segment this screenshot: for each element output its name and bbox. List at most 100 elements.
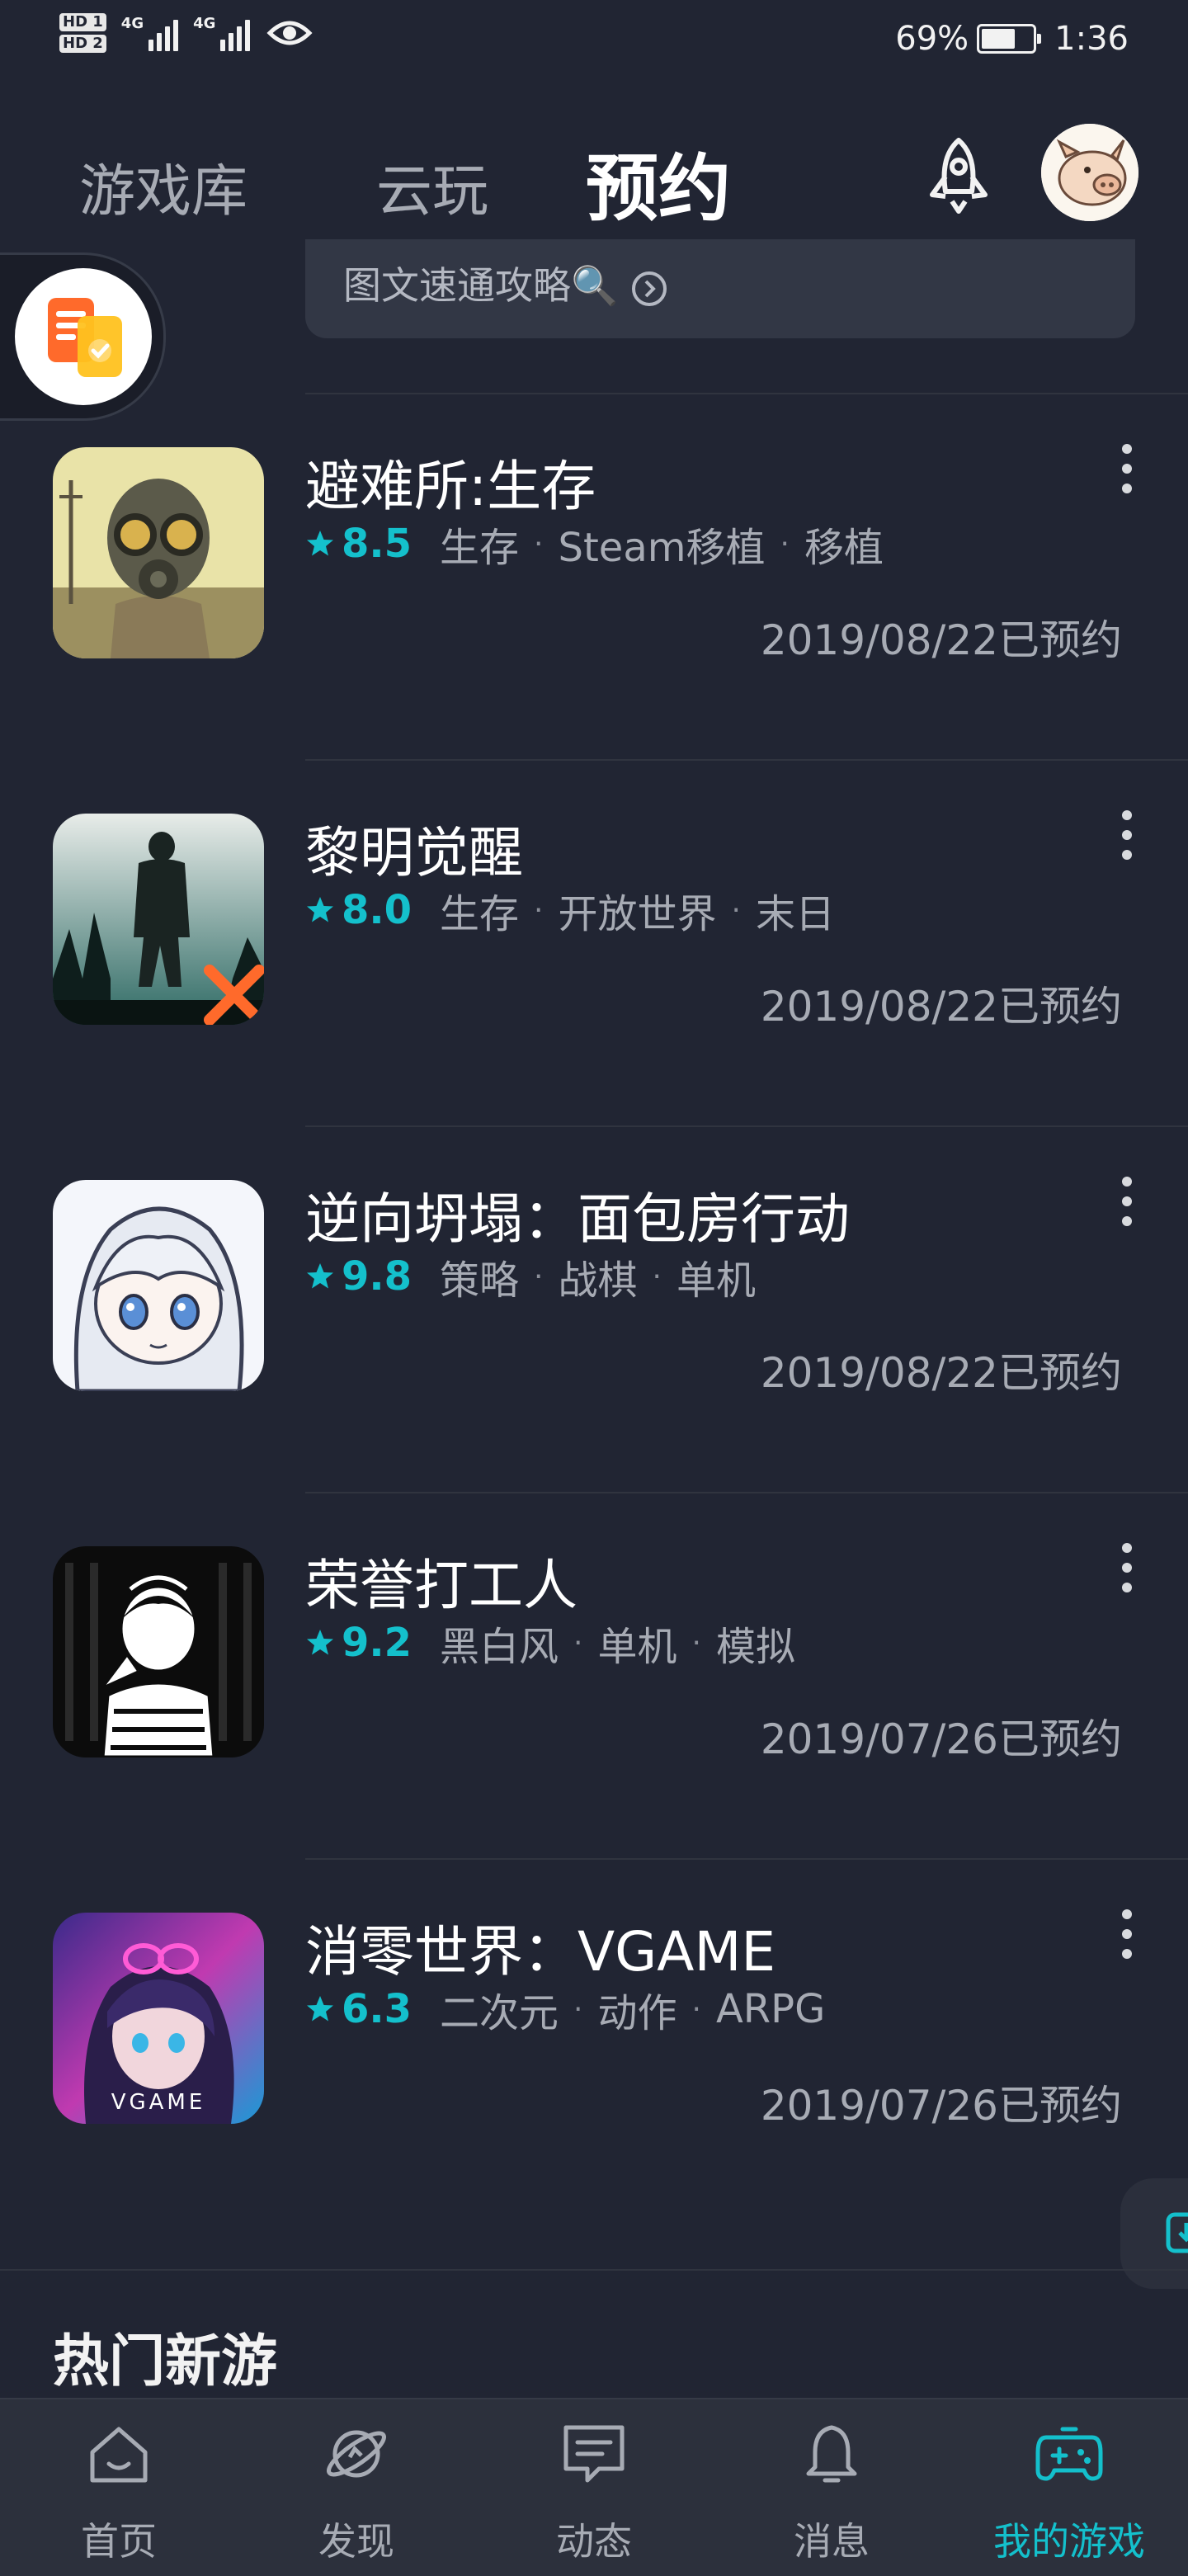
reserve-date: 2019/08/22已预约 — [760, 616, 1122, 664]
signal-icon: 4G — [120, 15, 179, 51]
nav-item-feed[interactable]: 动态 — [475, 2399, 713, 2576]
tag[interactable]: 战棋 — [559, 1248, 638, 1305]
game-list-item[interactable]: 黎明觉醒 8.0 生存 · 开放世界 · 末日 2019/08/22已预约 — [0, 761, 1188, 1125]
status-bar: HD 1 HD 2 4G 4G 69% 1:36 — [0, 0, 1188, 83]
separator: · — [691, 1992, 701, 2026]
reserve-date: 2019/08/22已预约 — [760, 1349, 1122, 1397]
signal-icon-2: 4G — [193, 15, 251, 51]
reserve-date: 2019/07/26已预约 — [760, 1715, 1122, 1763]
hd2-badge: HD 2 — [59, 35, 106, 53]
planet-icon — [327, 2430, 386, 2478]
more-options-icon[interactable] — [1110, 1909, 1143, 1959]
game-icon-shelter[interactable] — [53, 447, 264, 658]
nav-item-home[interactable]: 首页 — [0, 2399, 238, 2576]
tag[interactable]: 动作 — [598, 1980, 677, 2038]
reserve-date: 2019/08/22已预约 — [760, 983, 1122, 1031]
neon-anime-icon: VGAME — [53, 1913, 264, 2124]
tag[interactable]: 移植 — [804, 515, 884, 573]
tag[interactable]: 策略 — [440, 1248, 519, 1305]
star-icon — [307, 1630, 333, 1655]
separator: · — [573, 1625, 583, 1660]
nav-label: 消息 — [794, 2519, 870, 2564]
separator: · — [652, 1259, 662, 1294]
star-icon — [307, 1996, 333, 2022]
forest-survivor-icon — [53, 814, 264, 1025]
home-icon — [90, 2427, 148, 2483]
chevron-right-circle-icon — [631, 271, 667, 306]
tag[interactable]: 末日 — [756, 881, 835, 939]
separator: · — [534, 526, 544, 561]
monochrome-worker-icon — [53, 1546, 264, 1757]
tag[interactable]: ARPG — [716, 1986, 825, 2032]
star-icon — [307, 531, 333, 556]
game-list-item[interactable]: 荣誉打工人 9.2 黑白风 · 单机 · 模拟 2019/07/26已预约 — [0, 1493, 1188, 1858]
hd1-badge: HD 1 — [59, 13, 106, 31]
more-options-icon[interactable] — [1110, 1543, 1143, 1592]
rating: 8.5 — [342, 521, 412, 567]
more-options-icon[interactable] — [1110, 1177, 1143, 1226]
floating-assistant-inner — [15, 268, 152, 405]
network-label: 4G — [120, 15, 144, 32]
game-title[interactable]: 逆向坍塌：面包房行动 — [305, 1175, 850, 1254]
avatar[interactable] — [1041, 124, 1138, 221]
battery-percent: 69% — [895, 20, 969, 58]
vgame-logo-text: VGAME — [111, 2090, 206, 2115]
game-title[interactable]: 荣誉打工人 — [305, 1541, 578, 1621]
game-meta: 9.2 黑白风 · 单机 · 模拟 — [305, 1614, 795, 1672]
tag[interactable]: Steam移植 — [559, 515, 766, 573]
nav-item-messages[interactable]: 消息 — [713, 2399, 950, 2576]
tag[interactable]: 生存 — [440, 515, 519, 573]
game-list-item[interactable]: VGAME 消零世界：VGAME 6.3 二次元 · 动作 · ARPG 2019/… — [0, 1860, 1188, 2225]
nav-label: 首页 — [81, 2519, 157, 2564]
chat-icon — [563, 2425, 625, 2483]
game-icon-vgame[interactable]: VGAME — [53, 1913, 264, 2124]
game-icon-honor-worker[interactable] — [53, 1546, 264, 1757]
separator: · — [731, 893, 741, 927]
banner-label: 图文速通攻略🔍 — [343, 263, 619, 308]
reserve-date: 2019/07/26已预约 — [760, 2082, 1122, 2130]
game-list-item[interactable]: 避难所:生存 8.5 生存 · Steam移植 · 移植 2019/08/22已预约 — [0, 394, 1188, 759]
star-icon — [307, 897, 333, 922]
nav-label: 动态 — [556, 2519, 632, 2564]
tag[interactable]: 单机 — [676, 1248, 756, 1305]
game-list-item[interactable]: 逆向坍塌：面包房行动 9.8 策略 · 战棋 · 单机 2019/08/22已预约 — [0, 1127, 1188, 1492]
more-options-icon[interactable] — [1110, 810, 1143, 860]
tag[interactable]: 开放世界 — [559, 881, 717, 939]
tag[interactable]: 生存 — [440, 881, 519, 939]
nav-label: 发现 — [318, 2519, 394, 2564]
game-icon-dawn-awakening[interactable] — [53, 814, 264, 1025]
rating: 8.0 — [342, 887, 412, 933]
game-title[interactable]: 避难所:生存 — [305, 442, 596, 521]
tab-game-library[interactable]: 游戏库 — [79, 145, 248, 227]
more-options-icon[interactable] — [1110, 444, 1143, 493]
rating: 9.8 — [342, 1253, 412, 1300]
tab-reservations[interactable]: 预约 — [586, 130, 731, 235]
game-title[interactable]: 黎明觉醒 — [305, 809, 523, 888]
clock: 1:36 — [1054, 20, 1129, 58]
game-meta: 9.8 策略 · 战棋 · 单机 — [305, 1248, 756, 1305]
section-divider — [0, 2269, 1188, 2271]
rocket-button[interactable] — [912, 129, 1005, 221]
tag[interactable]: 二次元 — [440, 1980, 559, 2038]
nav-item-discover[interactable]: 发现 — [238, 2399, 475, 2576]
tag[interactable]: 单机 — [598, 1614, 677, 1672]
separator: · — [534, 1259, 544, 1294]
nav-label: 我的游戏 — [993, 2519, 1145, 2564]
game-icon-reverse-collapse[interactable] — [53, 1180, 264, 1391]
hd-indicators: HD 1 HD 2 — [59, 13, 106, 53]
banner-text: 图文速通攻略🔍 — [343, 256, 668, 310]
separator: · — [573, 1992, 583, 2026]
nav-item-my-games[interactable]: 我的游戏 — [950, 2399, 1188, 2576]
rating: 9.2 — [342, 1620, 412, 1666]
game-title[interactable]: 消零世界：VGAME — [305, 1908, 776, 1987]
tag[interactable]: 模拟 — [716, 1614, 795, 1672]
battery-icon — [977, 24, 1042, 54]
tag[interactable]: 黑白风 — [440, 1614, 559, 1672]
eye-icon — [266, 21, 313, 45]
pig-avatar-icon — [1041, 124, 1138, 221]
tab-cloud-play[interactable]: 云玩 — [376, 145, 488, 227]
side-floating-tab[interactable] — [1120, 2178, 1188, 2289]
strategy-banner[interactable]: 图文速通攻略🔍 — [305, 239, 1135, 338]
game-meta: 8.0 生存 · 开放世界 · 末日 — [305, 881, 835, 939]
network-label-2: 4G — [193, 15, 216, 32]
